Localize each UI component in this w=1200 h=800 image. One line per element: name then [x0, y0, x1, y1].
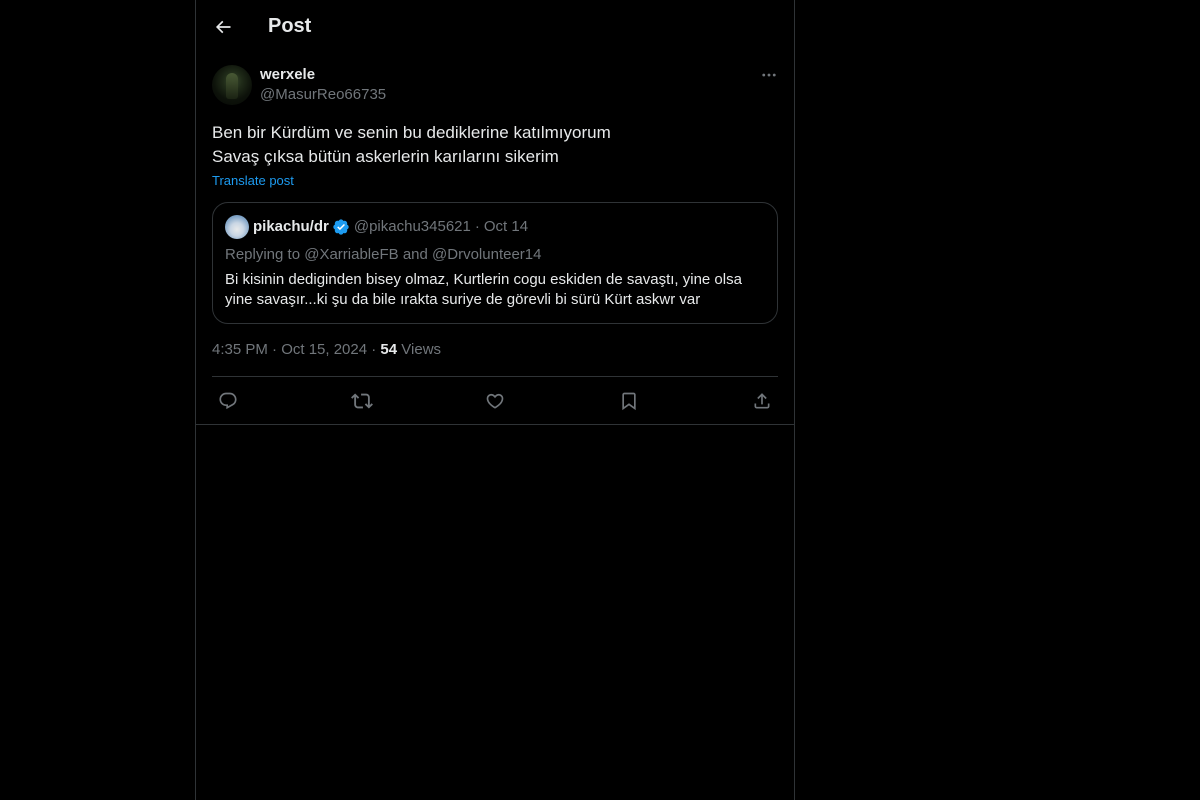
more-horizontal-icon [760, 66, 778, 84]
quote-replying-to: Replying to @XarriableFB and @Drvoluntee… [225, 245, 765, 265]
retweet-button[interactable] [350, 390, 373, 412]
post-actions [212, 377, 778, 424]
header: Post [196, 0, 794, 53]
quote-body-line-1: Bi kisinin dediginden bisey olmaz, Kurtl… [225, 271, 742, 288]
quote-avatar [225, 215, 249, 239]
post-timestamp[interactable]: 4:35 PM · Oct 15, 2024 · [212, 341, 380, 358]
like-button[interactable] [484, 390, 506, 412]
quote-author-name: pikachu/dr [253, 218, 329, 235]
author-handle[interactable]: @MasurReo66735 [260, 85, 386, 105]
post: werxele @MasurReo66735 Ben bir Kürdüm ve… [196, 53, 794, 425]
post-text-line-1: Ben bir Kürdüm ve senin bu dediklerine k… [212, 123, 611, 142]
replying-prefix: Replying to [225, 246, 305, 263]
share-icon [752, 391, 772, 411]
avatar-figure [226, 73, 238, 99]
arrow-left-icon [213, 17, 233, 37]
share-button[interactable] [751, 390, 773, 412]
quote-author-handle: @pikachu345621 [353, 218, 471, 235]
heart-icon [485, 391, 505, 411]
views-count: 54 [380, 341, 398, 358]
quote-separator: · [474, 218, 480, 235]
reply-user-2: @Drvolunteer14 [432, 246, 542, 263]
post-author-row: werxele @MasurReo66735 [212, 65, 778, 105]
post-column: Post werxele @MasurReo66735 Ben bir Kürd… [195, 0, 795, 800]
bookmark-icon [619, 391, 639, 411]
verified-badge-icon [332, 218, 350, 236]
quoted-post[interactable]: pikachu/dr @pikachu345621 · Oct 14 Reply… [212, 202, 778, 324]
author-names: werxele @MasurReo66735 [260, 65, 386, 105]
quote-body-line-2: yine savaşır...ki şu da bile ırakta suri… [225, 291, 701, 308]
reply-icon [218, 391, 238, 411]
post-metadata: 4:35 PM · Oct 15, 2024 · 54 Views [212, 340, 778, 377]
retweet-icon [350, 390, 373, 412]
views-label: Views [401, 341, 442, 358]
reply-user-1: @XarriableFB [304, 246, 399, 263]
avatar[interactable] [212, 65, 252, 105]
page-title: Post [268, 15, 312, 37]
reply-button[interactable] [217, 390, 239, 412]
more-options-button[interactable] [744, 65, 778, 85]
bookmark-button[interactable] [618, 390, 640, 412]
back-button[interactable] [206, 10, 240, 44]
post-text-line-2: Savaş çıksa bütün askerlerin karılarını … [212, 147, 559, 166]
post-text: Ben bir Kürdüm ve senin bu dediklerine k… [212, 121, 778, 169]
translate-post-link[interactable]: Translate post [212, 173, 294, 188]
reply-and: and [398, 246, 433, 263]
quote-header: pikachu/dr @pikachu345621 · Oct 14 [225, 215, 765, 239]
quote-body: Bi kisinin dediginden bisey olmaz, Kurtl… [225, 270, 765, 310]
quote-date: Oct 14 [483, 218, 529, 235]
author-name[interactable]: werxele [260, 65, 386, 85]
